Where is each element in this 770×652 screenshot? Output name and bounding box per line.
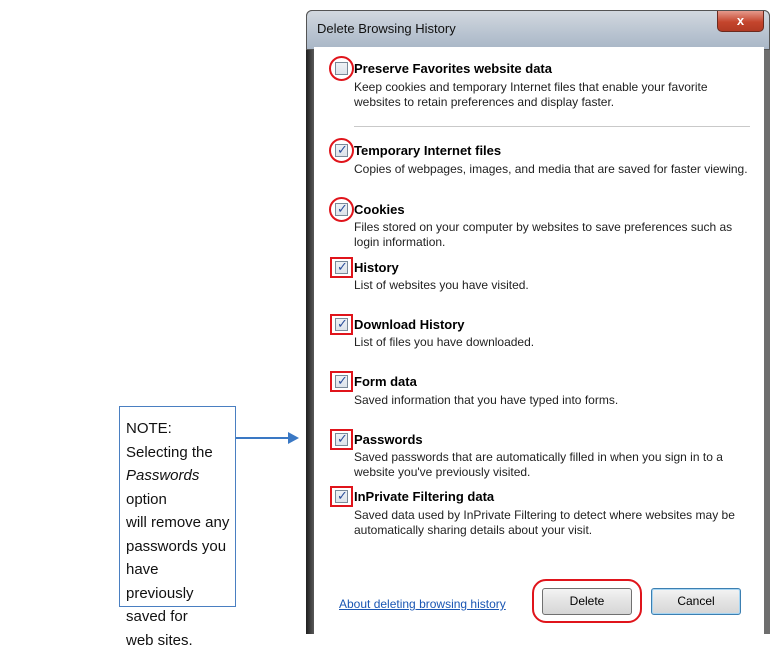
note-line-1: NOTE: Selecting the — [126, 417, 235, 464]
note-line-3: will remove any — [126, 511, 235, 535]
dialog-content: Preserve Favorites website data Keep coo… — [314, 47, 764, 634]
highlight-box — [330, 429, 353, 450]
cancel-button[interactable]: Cancel — [651, 588, 741, 615]
highlight-box — [330, 371, 353, 392]
option-description: Keep cookies and temporary Internet file… — [354, 80, 749, 110]
option-description: Copies of webpages, images, and media th… — [354, 162, 749, 177]
option-title: Preserve Favorites website data — [354, 61, 552, 76]
note-passwords-word: Passwords — [126, 467, 199, 484]
highlight-circle — [329, 138, 354, 163]
option-description: Saved passwords that are automatically f… — [354, 450, 749, 480]
dialog-titlebar[interactable]: Delete Browsing History x — [306, 10, 770, 50]
option-description: Saved information that you have typed in… — [354, 393, 749, 408]
note-arrow-head-icon — [288, 432, 299, 444]
option-description: List of websites you have visited. — [354, 278, 749, 293]
delete-button[interactable]: Delete — [542, 588, 632, 615]
separator — [354, 126, 750, 127]
option-title: Passwords — [354, 432, 423, 447]
close-button[interactable]: x — [717, 11, 764, 32]
dialog-title: Delete Browsing History — [317, 21, 456, 36]
dialog-left-edge — [306, 50, 314, 634]
close-icon: x — [737, 13, 744, 28]
note-line-4: passwords you have — [126, 535, 235, 582]
highlight-box — [330, 314, 353, 335]
highlight-circle — [329, 197, 354, 222]
annotation-note: NOTE: Selecting the Passwords option wil… — [119, 406, 236, 607]
highlight-circle — [329, 56, 354, 81]
option-title: Cookies — [354, 202, 405, 217]
option-description: Files stored on your computer by website… — [354, 220, 749, 250]
option-title: InPrivate Filtering data — [354, 489, 494, 504]
option-title: Form data — [354, 374, 417, 389]
option-title: Temporary Internet files — [354, 143, 501, 158]
option-title: History — [354, 260, 399, 275]
option-description: List of files you have downloaded. — [354, 335, 749, 350]
highlight-box — [330, 486, 353, 507]
about-deleting-history-link[interactable]: About deleting browsing history — [339, 597, 506, 611]
note-line-2-rest: option — [126, 491, 167, 508]
option-title: Download History — [354, 317, 465, 332]
note-line-6: web sites. — [126, 629, 235, 652]
note-line-2: Passwords option — [126, 464, 235, 511]
note-arrow-line — [236, 437, 292, 439]
highlight-box — [330, 257, 353, 278]
note-line-5: previously saved for — [126, 582, 235, 629]
option-description: Saved data used by InPrivate Filtering t… — [354, 508, 749, 538]
